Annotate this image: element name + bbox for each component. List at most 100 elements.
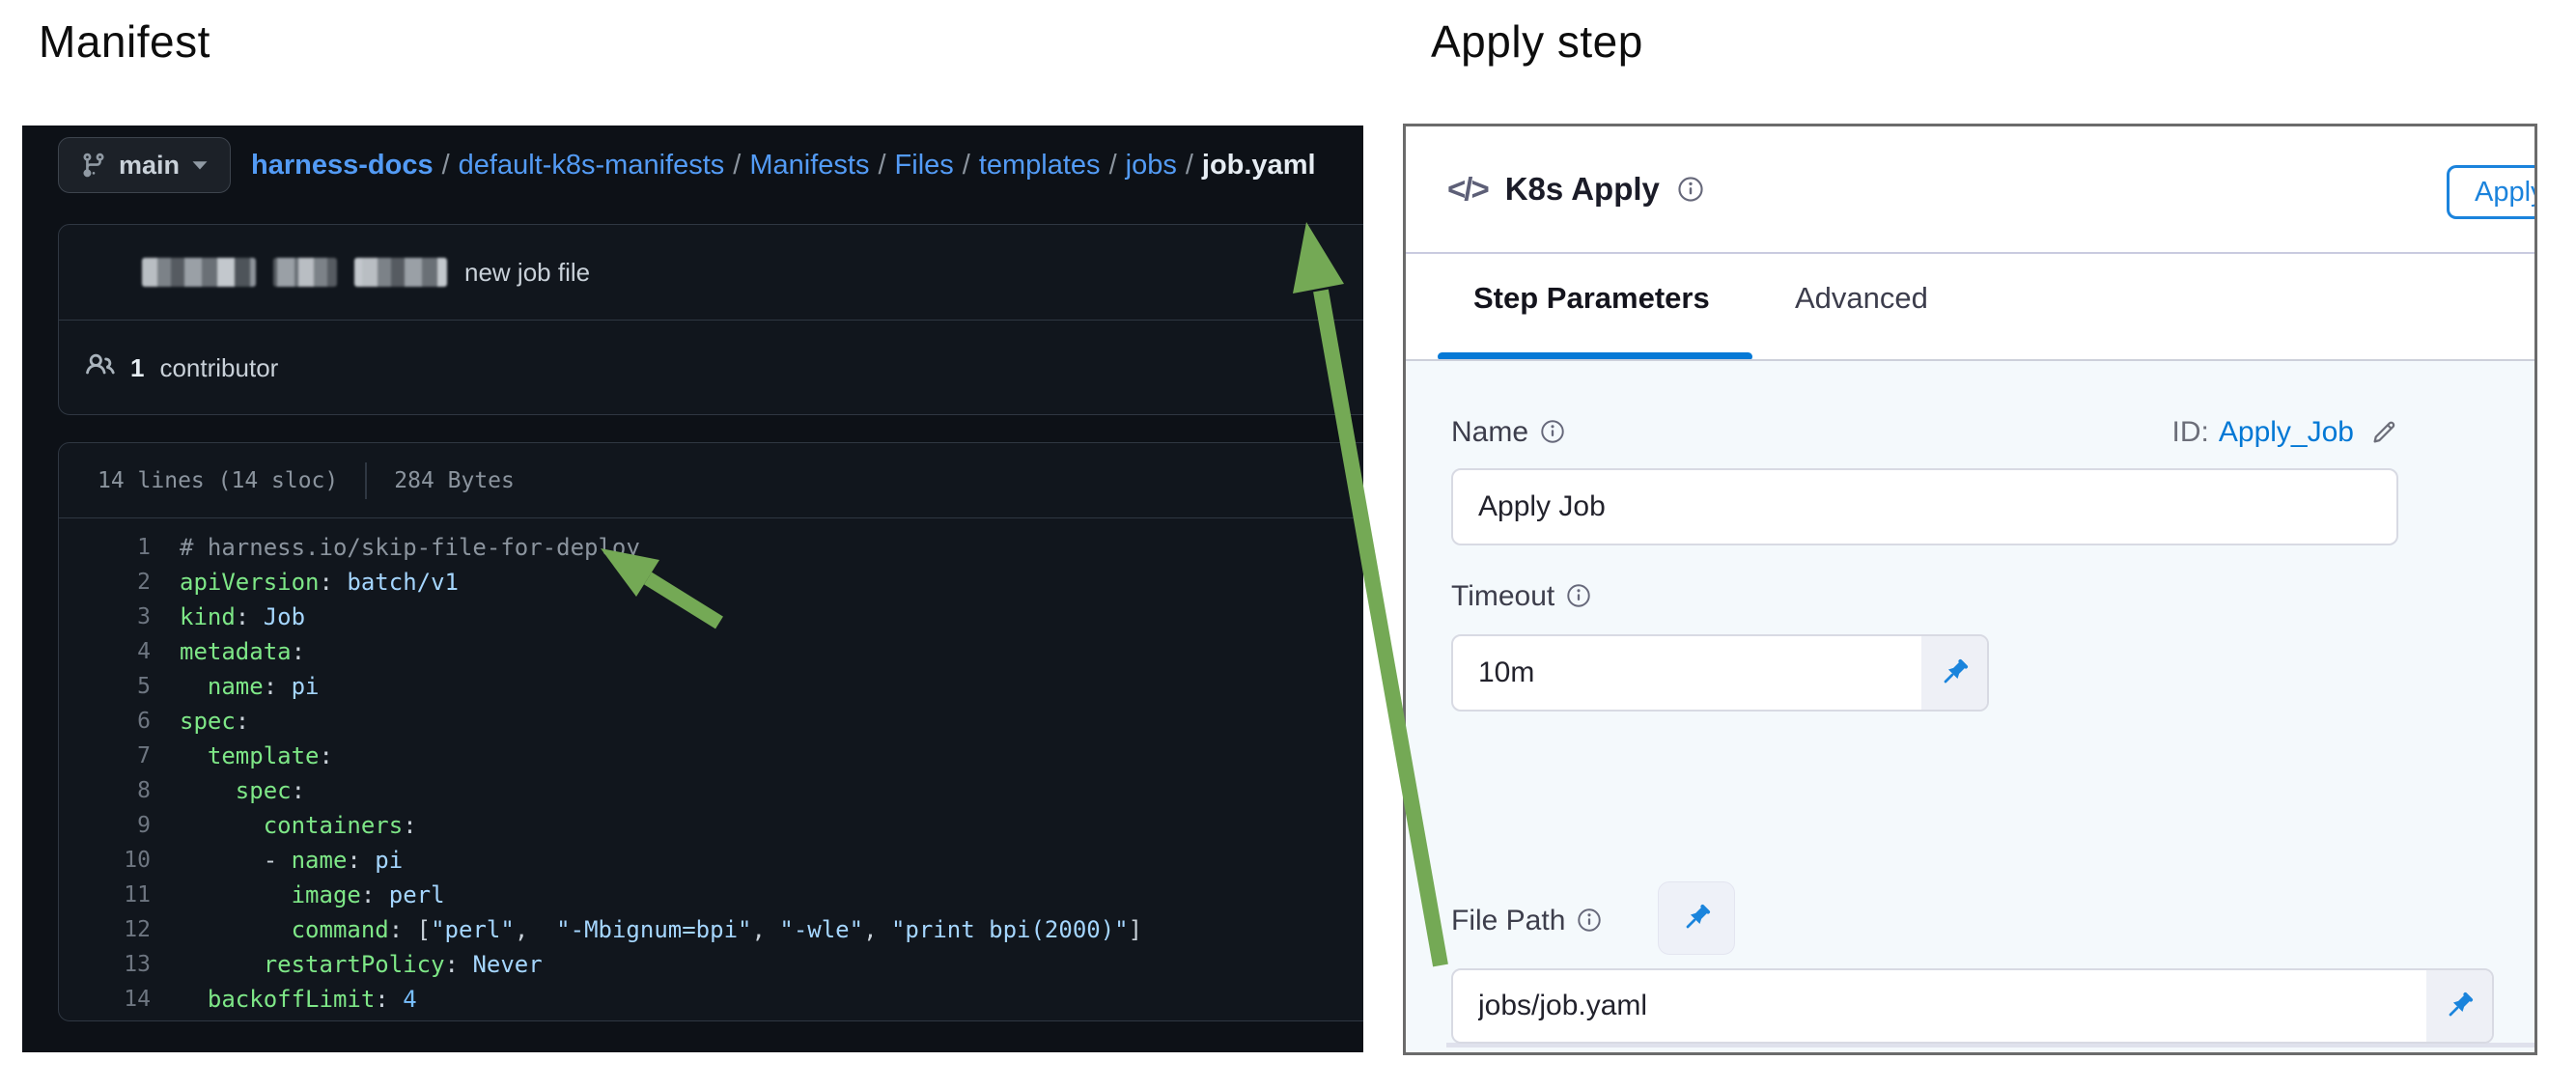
file-content-box: 14 lines (14 sloc) 284 Bytes 1# harness.… — [58, 442, 1363, 1021]
contributor-label: contributor — [159, 353, 278, 383]
branch-selector-button[interactable]: main — [58, 137, 231, 193]
code-line: 2apiVersion: batch/v1 — [59, 565, 1363, 600]
divider — [365, 462, 367, 499]
file-path-input-wrapper — [1451, 968, 2494, 1044]
git-branch-icon — [80, 152, 107, 179]
code-body: 1# harness.io/skip-file-for-deploy2apiVe… — [59, 518, 1363, 1017]
code-line: 1# harness.io/skip-file-for-deploy — [59, 530, 1363, 565]
apply-changes-button[interactable]: Apply — [2447, 165, 2537, 219]
code-text: name: pi — [180, 669, 320, 704]
code-line: 6spec: — [59, 704, 1363, 739]
file-stats-bar: 14 lines (14 sloc) 284 Bytes — [59, 443, 1363, 518]
file-toolbar: main harness-docs/default-k8s-manifests/… — [58, 137, 1316, 193]
line-number[interactable]: 11 — [59, 878, 180, 912]
commit-box: new job file 1 contributor — [58, 224, 1363, 415]
code-text: command: ["perl", "-Mbignum=bpi", "-wle"… — [180, 912, 1142, 947]
file-path-input[interactable] — [1453, 970, 2426, 1042]
code-line: 12 command: ["perl", "-Mbignum=bpi", "-w… — [59, 912, 1363, 947]
code-text: - name: pi — [180, 843, 403, 878]
timeout-field-label: Timeout — [1451, 580, 1593, 613]
info-icon[interactable] — [1566, 583, 1593, 610]
line-number[interactable]: 14 — [59, 982, 180, 1017]
breadcrumb-separator: / — [954, 150, 979, 181]
github-file-viewer: main harness-docs/default-k8s-manifests/… — [22, 126, 1363, 1052]
step-header: </> K8s Apply — [1406, 126, 2534, 252]
edit-pencil-icon[interactable] — [2369, 418, 2398, 447]
code-line: 10 - name: pi — [59, 843, 1363, 878]
code-text: spec: — [180, 704, 249, 739]
breadcrumb-link[interactable]: Files — [895, 150, 954, 181]
pin-toggle[interactable] — [2426, 970, 2492, 1042]
info-icon[interactable] — [1540, 419, 1567, 446]
code-text: kind: Job — [180, 600, 305, 634]
code-step-icon: </> — [1447, 171, 1488, 208]
code-line: 11 image: perl — [59, 878, 1363, 912]
breadcrumb-separator: / — [1101, 150, 1126, 181]
code-line: 5 name: pi — [59, 669, 1363, 704]
line-number[interactable]: 9 — [59, 808, 180, 843]
code-text: # harness.io/skip-file-for-deploy — [180, 530, 640, 565]
breadcrumb-link[interactable]: Manifests — [749, 150, 869, 181]
pin-icon — [1679, 901, 1714, 935]
k8s-apply-step-panel: </> K8s Apply Apply Step Parameters Adva… — [1403, 124, 2537, 1055]
avatar[interactable] — [80, 250, 125, 294]
name-field-label: Name — [1451, 416, 1567, 449]
breadcrumb-link[interactable]: templates — [979, 150, 1101, 181]
line-number[interactable]: 2 — [59, 565, 180, 600]
line-number[interactable]: 12 — [59, 912, 180, 947]
redacted-username — [273, 258, 337, 287]
commit-message[interactable]: new job file — [464, 258, 590, 288]
code-text: backoffLimit: 4 — [180, 982, 417, 1017]
screenshot-root: Manifest Apply step main harness-docs/de… — [0, 0, 2576, 1089]
file-path-field-label: File Path — [1451, 905, 1604, 937]
divider — [1406, 252, 2534, 254]
code-text: template: — [180, 739, 333, 773]
line-number[interactable]: 7 — [59, 739, 180, 773]
code-text: restartPolicy: Never — [180, 947, 543, 982]
file-path-pin-button[interactable] — [1658, 881, 1735, 955]
info-icon[interactable] — [1577, 908, 1604, 935]
line-number[interactable]: 13 — [59, 947, 180, 982]
code-text: spec: — [180, 773, 305, 808]
code-text: apiVersion: batch/v1 — [180, 565, 459, 600]
breadcrumb-separator: / — [869, 150, 894, 181]
code-line: 13 restartPolicy: Never — [59, 947, 1363, 982]
line-number[interactable]: 8 — [59, 773, 180, 808]
chevron-down-icon — [191, 159, 209, 171]
step-parameters-form: Name ID: Apply_Job Timeout — [1406, 361, 2534, 1052]
tab-step-parameters[interactable]: Step Parameters — [1473, 281, 1710, 316]
breadcrumb-current-file: job.yaml — [1202, 150, 1316, 181]
breadcrumb: harness-docs/default-k8s-manifests/Manif… — [251, 150, 1316, 182]
contributor-count: 1 — [130, 353, 144, 383]
step-id-row: ID: Apply_Job — [2172, 416, 2398, 449]
file-size: 284 Bytes — [394, 468, 515, 493]
code-line: 8 spec: — [59, 773, 1363, 808]
contributors-row[interactable]: 1 contributor — [59, 320, 1363, 416]
breadcrumb-link[interactable]: jobs — [1126, 150, 1177, 181]
line-number[interactable]: 10 — [59, 843, 180, 878]
timeout-input-wrapper — [1451, 634, 1989, 712]
breadcrumb-separator: / — [724, 150, 749, 181]
timeout-input[interactable] — [1453, 636, 1921, 710]
code-line: 3kind: Job — [59, 600, 1363, 634]
line-number[interactable]: 4 — [59, 634, 180, 669]
breadcrumb-separator: / — [434, 150, 459, 181]
code-line: 9 containers: — [59, 808, 1363, 843]
step-title: K8s Apply — [1505, 171, 1660, 208]
step-id-link[interactable]: Apply_Job — [2219, 416, 2354, 449]
pin-toggle[interactable] — [1921, 636, 1987, 710]
line-number[interactable]: 5 — [59, 669, 180, 704]
breadcrumb-link[interactable]: default-k8s-manifests — [459, 150, 725, 181]
name-input[interactable] — [1453, 470, 2396, 544]
branch-name: main — [119, 151, 180, 181]
tab-advanced[interactable]: Advanced — [1795, 281, 1928, 316]
line-number[interactable]: 1 — [59, 530, 180, 565]
line-number[interactable]: 6 — [59, 704, 180, 739]
people-icon — [86, 350, 115, 386]
code-line: 14 backoffLimit: 4 — [59, 982, 1363, 1017]
breadcrumb-link[interactable]: harness-docs — [251, 150, 434, 181]
pin-icon — [1937, 656, 1972, 690]
line-count: 14 lines (14 sloc) — [98, 468, 338, 493]
line-number[interactable]: 3 — [59, 600, 180, 634]
info-icon[interactable] — [1677, 176, 1704, 203]
